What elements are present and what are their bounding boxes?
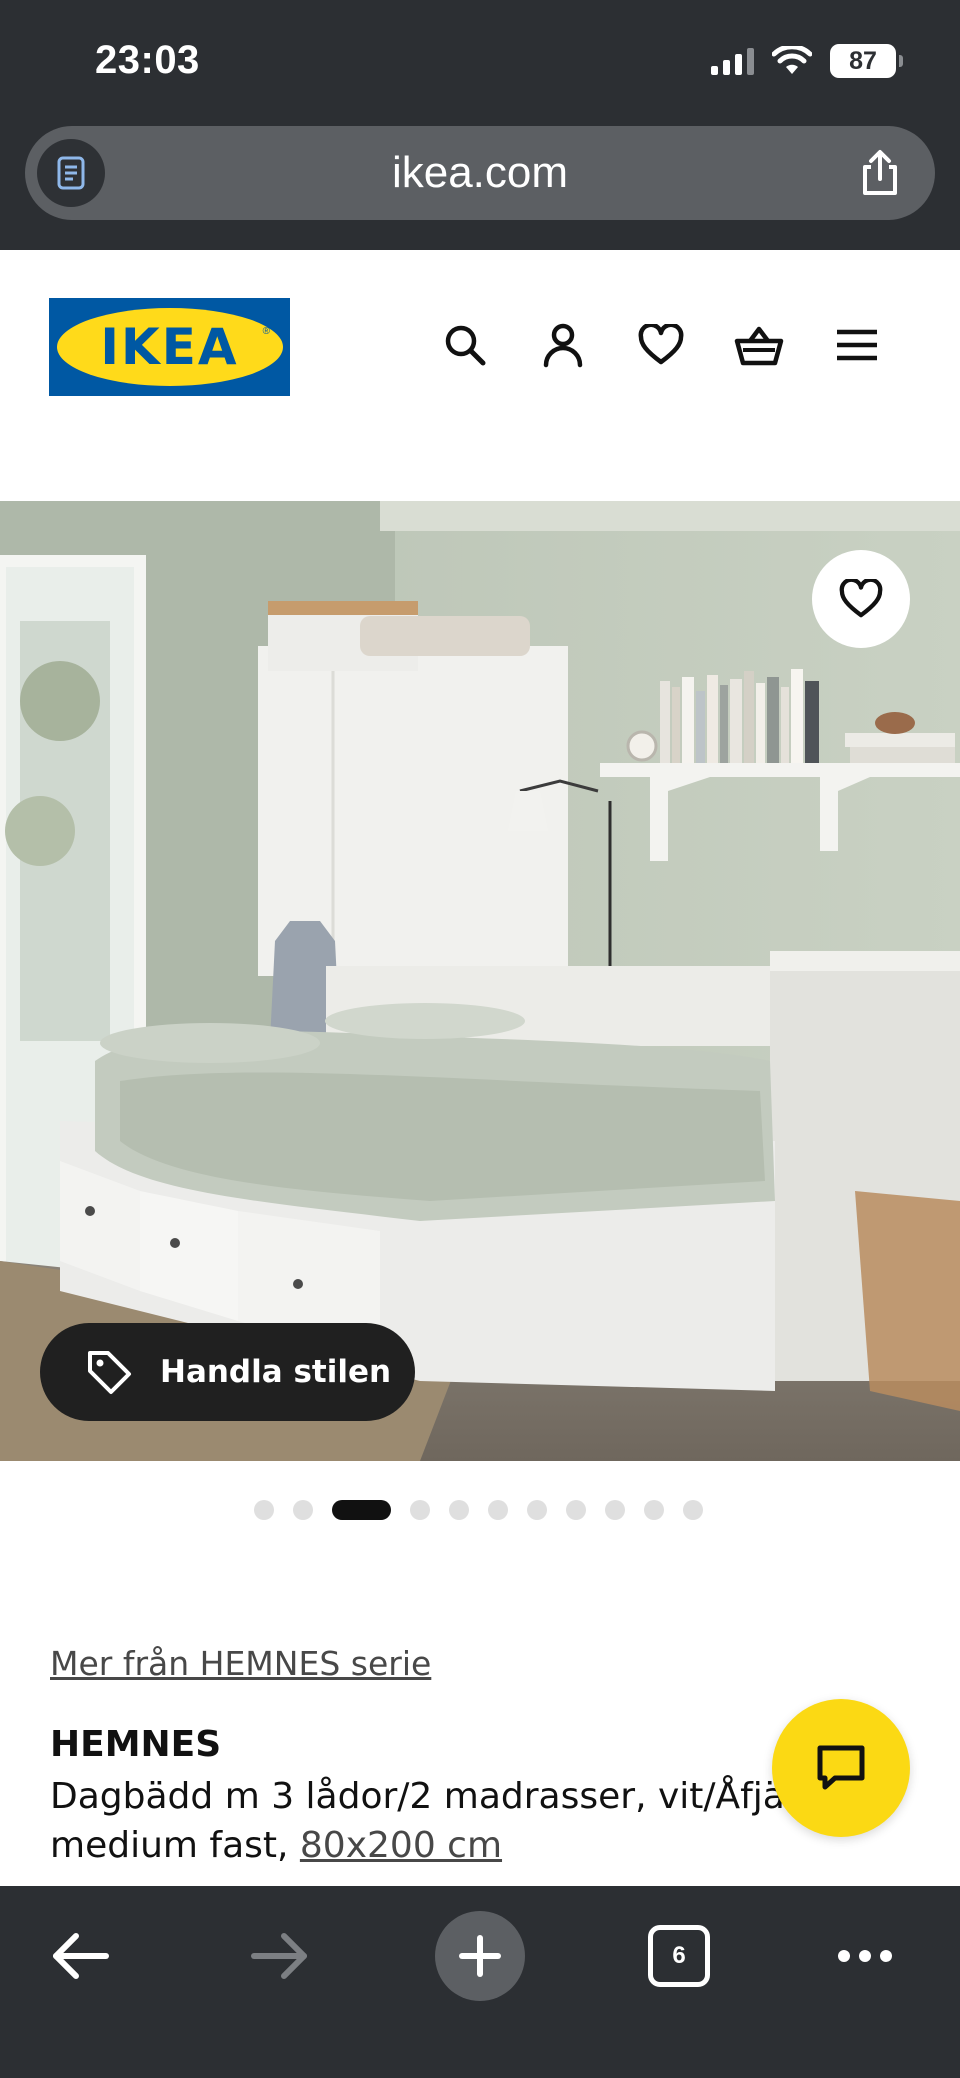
heart-icon[interactable] xyxy=(636,320,686,370)
basket-icon[interactable] xyxy=(734,320,784,370)
carousel-dot[interactable] xyxy=(605,1500,625,1520)
shop-the-style-button[interactable]: Handla stilen xyxy=(40,1323,415,1421)
wifi-icon xyxy=(772,46,812,74)
description-line-2: medium fast, xyxy=(50,1825,300,1866)
carousel-dot-active[interactable] xyxy=(332,1500,391,1520)
address-bar[interactable]: ikea.com xyxy=(25,126,935,220)
account-icon[interactable] xyxy=(538,320,588,370)
carousel-indicator[interactable] xyxy=(254,1500,703,1520)
cellular-signal-icon xyxy=(711,47,754,75)
product-name: HEMNES xyxy=(50,1724,222,1765)
tab-count: 6 xyxy=(672,1942,686,1969)
shop-the-style-label: Handla stilen xyxy=(160,1354,392,1390)
browser-address-area: ikea.com xyxy=(0,118,960,250)
carousel-dot[interactable] xyxy=(527,1500,547,1520)
battery-level: 87 xyxy=(849,46,877,75)
bedroom-illustration xyxy=(0,501,960,1461)
site-header: IKEA ® xyxy=(0,250,960,500)
menu-icon[interactable] xyxy=(832,320,882,370)
description-line-1: Dagbädd m 3 lådor/2 madrasser, vit/Åfjä xyxy=(50,1776,785,1817)
carousel-dot[interactable] xyxy=(488,1500,508,1520)
more-icon[interactable] xyxy=(830,1916,900,1996)
status-bar: 23:03 87 xyxy=(0,0,960,118)
search-icon[interactable] xyxy=(440,320,490,370)
url-text[interactable]: ikea.com xyxy=(25,148,935,198)
save-favorite-button[interactable] xyxy=(812,550,910,648)
carousel-dot[interactable] xyxy=(410,1500,430,1520)
ikea-logo[interactable]: IKEA ® xyxy=(49,298,290,396)
status-time: 23:03 xyxy=(95,38,200,82)
tabs-icon[interactable]: 6 xyxy=(648,1925,710,1987)
product-description: Dagbädd m 3 lådor/2 madrasser, vit/Åfjä … xyxy=(50,1772,810,1870)
registered-mark: ® xyxy=(262,326,270,337)
forward-arrow-icon[interactable] xyxy=(240,1916,320,1996)
carousel-dot[interactable] xyxy=(293,1500,313,1520)
chat-icon xyxy=(817,1745,865,1790)
carousel-dot[interactable] xyxy=(644,1500,664,1520)
browser-toolbar: 6 xyxy=(0,1886,960,2078)
carousel-dot[interactable] xyxy=(683,1500,703,1520)
logo-text: IKEA xyxy=(100,318,239,376)
header-icons xyxy=(440,320,882,370)
carousel-dot[interactable] xyxy=(449,1500,469,1520)
tag-icon xyxy=(88,1351,131,1394)
battery-icon: 87 xyxy=(830,44,903,78)
product-image[interactable] xyxy=(0,501,960,1461)
logo-oval: IKEA xyxy=(56,308,283,386)
plus-icon[interactable] xyxy=(435,1911,525,2001)
chat-button[interactable] xyxy=(772,1699,910,1837)
status-icons: 87 xyxy=(711,44,903,78)
back-arrow-icon[interactable] xyxy=(40,1916,120,1996)
carousel-dot[interactable] xyxy=(566,1500,586,1520)
size-link[interactable]: 80x200 cm xyxy=(300,1825,502,1866)
carousel-dot[interactable] xyxy=(254,1500,274,1520)
share-icon[interactable] xyxy=(853,146,907,200)
series-link[interactable]: Mer från HEMNES serie xyxy=(50,1644,431,1683)
